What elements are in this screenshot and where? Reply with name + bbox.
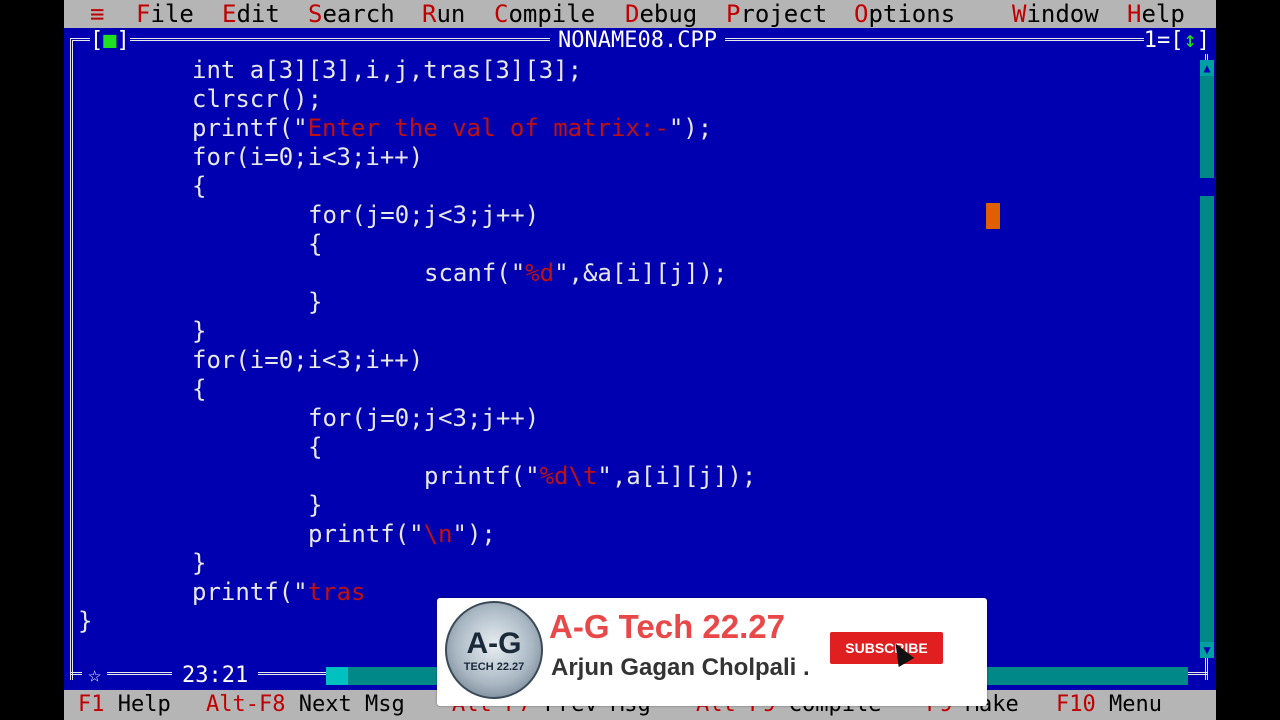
channel-subscribe-overlay: A-G TECH 22.27 A-G Tech 22.27 Arjun Gaga… (437, 598, 987, 706)
code-line: } (308, 491, 323, 519)
menu-item-search[interactable]: Search (308, 0, 395, 28)
channel-logo: A-G TECH 22.27 (445, 601, 543, 699)
logo-subtext: TECH 22.27 (463, 661, 525, 673)
code-line: for(j=0;j<3;j++) (308, 201, 540, 229)
close-icon: ■ (103, 28, 117, 53)
code-line: clrscr(); (192, 85, 323, 113)
logo-text: A-G (466, 627, 522, 660)
window-title: NONAME08.CPP (550, 28, 725, 54)
close-box-button[interactable]: [■] (90, 28, 130, 54)
code-line: { (308, 230, 323, 258)
channel-name: A-G Tech 22.27 (549, 608, 785, 645)
menu-item-file[interactable]: File (136, 0, 194, 28)
code-line: { (192, 172, 207, 200)
menu-item-window[interactable]: Window (1012, 0, 1099, 28)
code-line: } (78, 607, 93, 635)
vertical-scroll-thumb[interactable] (1200, 178, 1214, 196)
menu-item-help[interactable]: Help (1127, 0, 1185, 28)
window-number: 1=[ (1143, 28, 1184, 53)
fkey-alt-f8[interactable]: Alt-F8 Next Msg (206, 690, 405, 720)
code-line: } (192, 317, 207, 345)
code-line: for(i=0;i<3;i++) (192, 346, 424, 374)
fkey-f10[interactable]: F10 Menu (1056, 690, 1162, 720)
code-line: printf("\n"); (308, 520, 496, 548)
subscribe-button[interactable]: SUBSCRIBE (830, 632, 943, 664)
code-line: { (308, 433, 323, 461)
code-line: { (192, 375, 207, 403)
zoom-icon: ↕ (1183, 28, 1197, 53)
editor-title-row: [■] NONAME08.CPP 1=[↕] (64, 28, 1216, 54)
cursor-position: 23:21 (172, 662, 259, 690)
code-line: for(j=0;j<3;j++) (308, 404, 540, 432)
menu-item-compile[interactable]: Compile (494, 0, 595, 28)
menu-item-options[interactable]: Options (854, 0, 955, 28)
system-menu-icon[interactable]: ≡ (90, 0, 104, 28)
horizontal-scroll-thumb[interactable] (326, 667, 348, 685)
code-line: printf("tras (192, 578, 366, 606)
scroll-up-arrow-icon[interactable]: ▲ (1200, 60, 1214, 76)
code-line: for(i=0;i<3;i++) (192, 143, 424, 171)
modified-indicator-icon: ☆ (82, 662, 108, 690)
menu-item-debug[interactable]: Debug (625, 0, 697, 28)
zoom-box-button[interactable]: 1=[↕] (1143, 28, 1210, 54)
scroll-down-arrow-icon[interactable]: ▼ (1200, 642, 1214, 658)
menu-item-edit[interactable]: Edit (222, 0, 280, 28)
menu-bar: ≡ File Edit Search Run Compile Debug Project Opt… (64, 0, 1216, 28)
menu-item-project[interactable]: Project (726, 0, 827, 28)
code-line: printf("Enter the val of matrix:-"); (192, 114, 713, 142)
code-line: } (192, 549, 207, 577)
code-line: } (308, 288, 323, 316)
fkey-f1[interactable]: F1 Help (78, 690, 171, 720)
text-cursor (986, 203, 1000, 229)
vertical-scrollbar[interactable]: ▲ ▼ (1200, 60, 1214, 658)
code-line: int a[3][3],i,j,tras[3][3]; (192, 56, 583, 84)
channel-owner: Arjun Gagan Cholpali . (551, 654, 810, 681)
code-line: printf("%d\t",a[i][j]); (424, 462, 757, 490)
code-line: scanf("%d",&a[i][j]); (424, 259, 728, 287)
menu-item-run[interactable]: Run (422, 0, 465, 28)
